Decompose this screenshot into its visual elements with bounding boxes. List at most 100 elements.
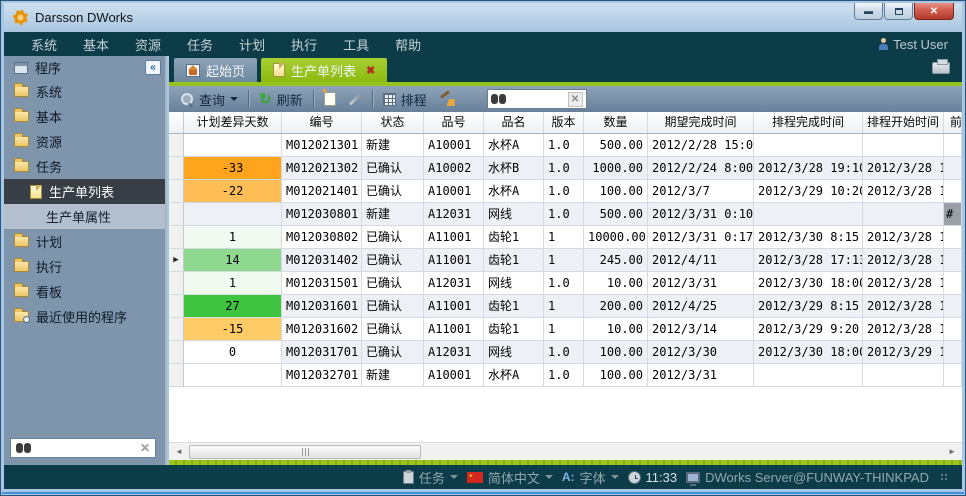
table-row[interactable]: -15M012031602已确认A11001齿轮1110.002012/3/14… (169, 318, 962, 341)
clear-sidebar-search-icon[interactable]: ✕ (140, 441, 150, 455)
column-header-5[interactable]: 版本 (544, 112, 584, 133)
row-header-cell[interactable] (169, 157, 184, 179)
sidebar-item-3[interactable]: 任务 (4, 154, 165, 179)
resize-grip-icon[interactable] (940, 473, 948, 481)
row-header-cell[interactable] (169, 272, 184, 294)
font-label: 字体 (580, 468, 606, 487)
column-header-2[interactable]: 状态 (362, 112, 424, 133)
menu-item-1[interactable]: 基本 (70, 35, 122, 54)
scroll-left-button[interactable]: ◄ (171, 444, 187, 460)
cell-quantity: 500.00 (584, 134, 648, 156)
new-button[interactable] (318, 88, 342, 110)
cell-item-name: 水杯A (484, 134, 544, 156)
toolbar-search-box[interactable]: ✕ (487, 89, 587, 109)
column-header-4[interactable]: 品名 (484, 112, 544, 133)
sidebar-item-6[interactable]: 计划 (4, 229, 165, 254)
clean-button[interactable] (433, 88, 461, 110)
table-row[interactable]: ▶14M012031402已确认A11001齿轮11245.002012/4/1… (169, 249, 962, 272)
query-button[interactable]: 查询 (175, 88, 244, 110)
language-dropdown[interactable]: 简体中文 (467, 468, 553, 487)
cell-order-no: M012031402 (282, 249, 362, 271)
menu-item-3[interactable]: 任务 (174, 35, 226, 54)
column-header-6[interactable]: 数量 (584, 112, 648, 133)
schedule-button[interactable]: 排程 (377, 88, 433, 110)
sidebar-item-9[interactable]: 最近使用的程序 (4, 304, 165, 329)
table-row[interactable]: -33M012021302已确认A10002水杯B1.01000.002012/… (169, 157, 962, 180)
sidebar-item-2[interactable]: 资源 (4, 129, 165, 154)
column-header-10[interactable]: 前 (944, 112, 962, 133)
refresh-button[interactable]: ↻ 刷新 (253, 88, 309, 110)
menu-item-4[interactable]: 计划 (226, 35, 278, 54)
menu-item-6[interactable]: 工具 (330, 35, 382, 54)
sidebar-item-0[interactable]: 系统 (4, 79, 165, 104)
minimize-button[interactable]: ▬ (854, 3, 883, 20)
column-header-0[interactable]: 计划差异天数 (184, 112, 282, 133)
sidebar-item-7[interactable]: 执行 (4, 254, 165, 279)
horizontal-scrollbar[interactable]: ◄ ► (169, 442, 962, 460)
column-header-3[interactable]: 品号 (424, 112, 484, 133)
sidebar-item-5[interactable]: 生产单属性 (4, 204, 165, 229)
font-dropdown[interactable]: A: 字体 (562, 468, 619, 487)
row-header-cell[interactable] (169, 341, 184, 363)
clear-input-icon[interactable]: ✕ (568, 92, 583, 107)
close-tab-icon[interactable]: ✖ (366, 64, 375, 77)
table-row[interactable]: 27M012031601已确认A11001齿轮11200.002012/4/25… (169, 295, 962, 318)
sidebar-item-1[interactable]: 基本 (4, 104, 165, 129)
cell-sched-start: 2012/3/28 19:10 (863, 180, 944, 202)
cell-sched-finish (754, 364, 863, 386)
row-header-cell[interactable] (169, 180, 184, 202)
column-header-7[interactable]: 期望完成时间 (648, 112, 754, 133)
menu-item-5[interactable]: 执行 (278, 35, 330, 54)
sidebar-search-box[interactable]: ✕ (10, 438, 156, 458)
printer-icon[interactable] (932, 62, 950, 74)
row-header-cell[interactable] (169, 318, 184, 340)
table-row[interactable]: 1M012030802已确认A11001齿轮1110000.002012/3/3… (169, 226, 962, 249)
cell-sched-start: 2012/3/28 10:52 (863, 249, 944, 271)
column-header-9[interactable]: 排程开始时间 (863, 112, 944, 133)
column-header-8[interactable]: 排程完成时间 (754, 112, 863, 133)
row-header-cell[interactable] (169, 295, 184, 317)
table-row[interactable]: -22M012021401已确认A10001水杯A1.0100.002012/3… (169, 180, 962, 203)
menu-bar: 系统基本资源任务计划执行工具帮助 Test User (4, 32, 962, 56)
tasks-dropdown[interactable]: 任务 (403, 468, 458, 487)
row-header-cell[interactable] (169, 203, 184, 225)
table-row[interactable]: M012021301新建A10001水杯A1.0500.002012/2/28 … (169, 134, 962, 157)
collapse-sidebar-button[interactable]: « (145, 60, 161, 75)
sidebar-search-input[interactable] (36, 441, 135, 455)
close-button[interactable]: ✕ (914, 3, 954, 20)
grid-header-row: 计划差异天数编号状态品号品名版本数量期望完成时间排程完成时间排程开始时间前 (169, 112, 962, 134)
edit-button[interactable] (342, 88, 368, 110)
title-bar[interactable]: Darsson DWorks ▬ ✕ (4, 3, 962, 32)
cell-status: 已确认 (362, 180, 424, 202)
current-row-arrow-icon[interactable]: ▶ (169, 249, 184, 271)
cell-status: 已确认 (362, 226, 424, 248)
table-row[interactable]: M012030801新建A12031网线1.0500.002012/3/31 0… (169, 203, 962, 226)
toolbar-search-input[interactable] (510, 92, 564, 106)
cell-overflow (944, 272, 962, 294)
user-badge[interactable]: Test User (878, 37, 948, 52)
column-header-1[interactable]: 编号 (282, 112, 362, 133)
row-header-cell[interactable] (169, 226, 184, 248)
sidebar-item-4[interactable]: 生产单列表 (4, 179, 165, 204)
table-row[interactable]: M012032701新建A10001水杯A1.0100.002012/3/31 (169, 364, 962, 387)
table-row[interactable]: 0M012031701已确认A12031网线1.0100.002012/3/30… (169, 341, 962, 364)
cell-item-no: A10001 (424, 180, 484, 202)
sidebar-item-8[interactable]: 看板 (4, 279, 165, 304)
row-header-cell[interactable] (169, 134, 184, 156)
menu-item-2[interactable]: 资源 (122, 35, 174, 54)
cell-item-no: A11001 (424, 249, 484, 271)
table-row[interactable]: 1M012031501已确认A12031网线1.010.002012/3/312… (169, 272, 962, 295)
tab-start-page[interactable]: 起始页 (174, 58, 257, 82)
cell-order-no: M012032701 (282, 364, 362, 386)
cell-quantity: 10000.00 (584, 226, 648, 248)
scroll-right-button[interactable]: ► (944, 444, 960, 460)
cell-item-no: A11001 (424, 295, 484, 317)
menu-item-0[interactable]: 系统 (18, 35, 70, 54)
maximize-button[interactable] (884, 3, 913, 20)
row-header-cell[interactable] (169, 364, 184, 386)
menu-item-7[interactable]: 帮助 (382, 35, 434, 54)
tab-production-order-list[interactable]: 生产单列表 ✖ (261, 58, 387, 82)
cell-overflow (944, 364, 962, 386)
scroll-thumb[interactable] (189, 445, 421, 459)
cell-plan-diff-days: 0 (184, 341, 282, 363)
